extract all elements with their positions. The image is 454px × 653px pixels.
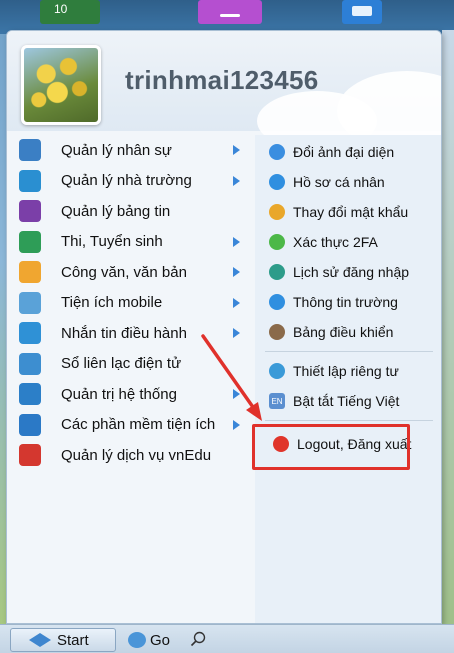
right-menu-item-label: Lịch sử đăng nhập	[293, 264, 410, 280]
right-menu-item-label: Xác thực 2FA	[293, 234, 378, 250]
key-user-icon	[269, 204, 285, 220]
info-icon	[269, 174, 285, 190]
left-menu-item[interactable]: Quản lý nhà trường	[7, 166, 255, 197]
user-icon	[269, 144, 285, 160]
go-button[interactable]: Go	[128, 628, 170, 652]
right-menu-item[interactable]: Xác thực 2FA	[255, 227, 441, 257]
avatar[interactable]	[21, 45, 101, 125]
privacy-icon	[269, 363, 285, 379]
admin-user-icon	[269, 324, 285, 340]
go-icon	[128, 632, 146, 648]
document-icon	[19, 261, 41, 284]
mobile-icon	[19, 291, 41, 314]
right-menu-item-label: Hồ sơ cá nhân	[293, 174, 385, 190]
left-menu-item-label: Nhắn tin điều hành	[61, 324, 187, 342]
settings-icon	[19, 383, 41, 406]
store-icon	[19, 444, 41, 467]
right-menu: Đổi ảnh đại diện Hồ sơ cá nhân Thay đổi mậ…	[255, 135, 441, 623]
right-menu-item[interactable]: Thông tin trường	[255, 287, 441, 317]
desktop-app-icon[interactable]	[342, 0, 382, 24]
desktop-app-icon[interactable]	[198, 0, 262, 24]
right-menu-item[interactable]: Bảng điều khiển	[255, 317, 441, 347]
left-menu-item[interactable]: Quản lý dịch vụ vnEdu	[7, 440, 255, 471]
desktop-background	[442, 30, 454, 624]
search-icon[interactable]	[190, 631, 206, 647]
language-en-icon: EN	[269, 393, 285, 409]
left-menu-item-label: Quản lý dịch vụ vnEdu	[61, 446, 212, 464]
submenu-arrow-icon	[233, 419, 240, 430]
right-menu-item-label: Đổi ảnh đại diện	[293, 144, 395, 160]
left-menu-item[interactable]: Sổ liên lạc điện tử	[7, 349, 255, 380]
submenu-arrow-icon	[233, 389, 240, 399]
desktop-top-strip: 10	[0, 0, 454, 34]
contact-book-icon	[19, 352, 41, 375]
start-label: Start	[57, 631, 89, 649]
start-menu: trinhmai123456 Quản lý nhân sự Quản lý nh…	[6, 30, 442, 624]
right-menu-item[interactable]: Thiết lập riêng tư	[255, 356, 441, 386]
left-menu-item[interactable]: Các phần mềm tiện ích	[7, 410, 255, 441]
info-icon	[269, 294, 285, 310]
staff-icon	[19, 139, 41, 162]
left-menu-item-label: Tiện ích mobile	[61, 294, 163, 312]
right-menu-item-label: Bật tắt Tiếng Việt	[293, 393, 400, 409]
right-menu-item[interactable]: EN Bật tắt Tiếng Việt	[255, 386, 441, 416]
start-icon	[29, 633, 51, 647]
right-menu-item-label: Bảng điều khiển	[293, 324, 394, 340]
left-menu-item-label: Quản trị hệ thống	[61, 385, 177, 403]
left-menu-item-label: Quản lý nhân sự	[61, 141, 172, 159]
history-icon	[269, 264, 285, 280]
desktop-app-icon[interactable]: 10	[40, 0, 100, 24]
left-menu-item-label: Sổ liên lạc điện tử	[61, 355, 182, 373]
desktop-icon-badge: 10	[54, 2, 68, 16]
menu-divider	[265, 351, 433, 352]
left-menu-item-label: Công văn, văn bản	[61, 263, 187, 281]
left-menu-item[interactable]: Thi, Tuyển sinh	[7, 227, 255, 258]
chat-icon	[19, 322, 41, 345]
left-menu-item[interactable]: Quản lý nhân sự	[7, 135, 255, 166]
taskbar: Start Go	[0, 624, 454, 653]
start-button[interactable]: Start	[10, 628, 116, 652]
menu-header: trinhmai123456	[7, 31, 441, 151]
logout-highlight-box	[252, 424, 410, 470]
submenu-arrow-icon	[233, 267, 240, 277]
news-icon	[19, 200, 41, 223]
left-menu-item[interactable]: Quản trị hệ thống	[7, 379, 255, 410]
left-menu: Quản lý nhân sự Quản lý nhà trường Quản lý…	[7, 135, 255, 471]
left-menu-item-label: Các phần mềm tiện ích	[61, 416, 216, 434]
right-menu-item[interactable]: Thay đổi mật khẩu	[255, 197, 441, 227]
right-menu-item-label: Thiết lập riêng tư	[293, 363, 399, 379]
submenu-arrow-icon	[233, 297, 240, 308]
left-menu-item-label: Quản lý bảng tin	[61, 202, 171, 220]
left-menu-item[interactable]: Quản lý bảng tin	[7, 196, 255, 227]
apps-grid-icon	[19, 413, 41, 436]
submenu-arrow-icon	[233, 328, 240, 338]
menu-divider	[265, 420, 433, 421]
shield-icon	[269, 234, 285, 250]
username: trinhmai123456	[125, 65, 319, 95]
right-menu-item[interactable]: Đổi ảnh đại diện	[255, 137, 441, 167]
left-menu-item-label: Quản lý nhà trường	[61, 172, 192, 190]
submenu-arrow-icon	[233, 236, 240, 247]
left-menu-item[interactable]: Tiện ích mobile	[7, 288, 255, 319]
school-icon	[19, 169, 41, 192]
right-menu-item-label: Thay đổi mật khẩu	[293, 204, 409, 220]
right-menu-item-label: Thông tin trường	[293, 294, 398, 310]
submenu-arrow-icon	[233, 145, 240, 155]
exam-icon	[19, 230, 41, 253]
right-menu-item[interactable]: Hồ sơ cá nhân	[255, 167, 441, 197]
go-label: Go	[150, 631, 171, 649]
left-menu-item[interactable]: Công văn, văn bản	[7, 257, 255, 288]
left-menu-item-label: Thi, Tuyển sinh	[61, 233, 163, 251]
submenu-arrow-icon	[233, 175, 240, 186]
right-menu-item[interactable]: Lịch sử đăng nhập	[255, 257, 441, 287]
left-menu-item[interactable]: Nhắn tin điều hành	[7, 318, 255, 349]
